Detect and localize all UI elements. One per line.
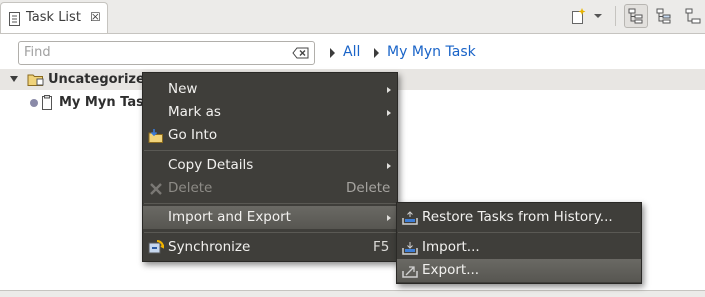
submenu-arrow-icon — [387, 110, 391, 116]
menu-item-label: Mark as — [168, 104, 221, 120]
export-icon — [402, 263, 418, 279]
find-input[interactable]: Find — [18, 41, 315, 65]
menu-item-go-into[interactable]: Go Into — [143, 124, 397, 147]
import-icon — [402, 240, 418, 256]
view-tab-bar: Task List ☒ — [0, 0, 705, 34]
menu-item-label: Import and Export — [168, 209, 291, 225]
menu-item-label: Restore Tasks from History... — [422, 209, 613, 225]
menu-item-label: Delete — [168, 180, 213, 196]
categorized-view-icon[interactable] — [627, 7, 645, 25]
category-folder-icon — [27, 73, 45, 91]
menu-item-accelerator: Delete — [346, 180, 391, 196]
menu-item-label: Import... — [422, 239, 480, 255]
task-priority-icon — [30, 99, 38, 107]
category-label[interactable]: Uncategorized — [48, 72, 154, 87]
go-into-icon — [148, 128, 164, 144]
synchronize-icon — [148, 240, 165, 256]
menu-item-import[interactable]: Import... — [397, 236, 641, 259]
task-icon — [41, 95, 53, 115]
breadcrumb-arrow-icon — [374, 48, 379, 58]
submenu-arrow-icon — [387, 163, 391, 169]
import-export-submenu: Restore Tasks from History... Import... … — [396, 202, 642, 284]
task-list-icon — [8, 11, 22, 31]
clear-find-icon[interactable] — [292, 47, 310, 63]
tab-title: Task List — [26, 10, 81, 25]
menu-item-label: Copy Details — [168, 157, 254, 173]
restore-tasks-icon — [402, 210, 418, 226]
menu-separator — [144, 232, 396, 233]
more-views-icon[interactable] — [684, 7, 702, 25]
menu-item-mark-as[interactable]: Mark as — [143, 101, 397, 124]
menu-item-label: Export... — [422, 262, 480, 278]
task-label[interactable]: My Myn Task — [59, 95, 152, 110]
filter-bar: Find All My Myn Task — [0, 34, 705, 68]
menu-item-copy-details[interactable]: Copy Details — [143, 154, 397, 177]
view-menu-chevron-icon[interactable] — [592, 9, 610, 27]
menu-item-label: Synchronize — [168, 239, 251, 255]
delete-icon — [148, 181, 164, 197]
menu-separator — [144, 150, 396, 151]
menu-item-export[interactable]: Export... — [397, 259, 641, 282]
menu-item-delete[interactable]: Delete Delete — [143, 177, 397, 200]
menu-item-restore-tasks[interactable]: Restore Tasks from History... — [397, 206, 641, 229]
close-tab-icon[interactable]: ☒ — [90, 10, 101, 24]
menu-item-import-and-export[interactable]: Import and Export — [143, 206, 397, 229]
menu-separator — [144, 203, 396, 204]
menu-item-new[interactable]: New — [143, 78, 397, 101]
breadcrumb-task[interactable]: My Myn Task — [387, 44, 476, 60]
expand-twisty-icon[interactable] — [10, 76, 18, 82]
submenu-arrow-icon — [387, 215, 391, 221]
menu-item-label: New — [168, 81, 198, 97]
menu-item-synchronize[interactable]: Synchronize F5 — [143, 236, 397, 259]
new-task-icon[interactable] — [569, 7, 587, 25]
breadcrumb-arrow-icon — [330, 48, 335, 58]
toolbar-separator — [615, 6, 616, 26]
context-menu: New Mark as Go Into Copy Details Delete … — [142, 72, 398, 262]
menu-item-accelerator: F5 — [373, 239, 390, 255]
task-list-tab[interactable]: Task List ☒ — [0, 2, 108, 33]
menu-separator — [398, 232, 640, 233]
find-placeholder: Find — [24, 45, 51, 60]
breadcrumb-all[interactable]: All — [343, 44, 360, 60]
submenu-arrow-icon — [387, 87, 391, 93]
menu-item-label: Go Into — [168, 127, 218, 143]
scheduled-view-icon[interactable] — [655, 7, 673, 25]
